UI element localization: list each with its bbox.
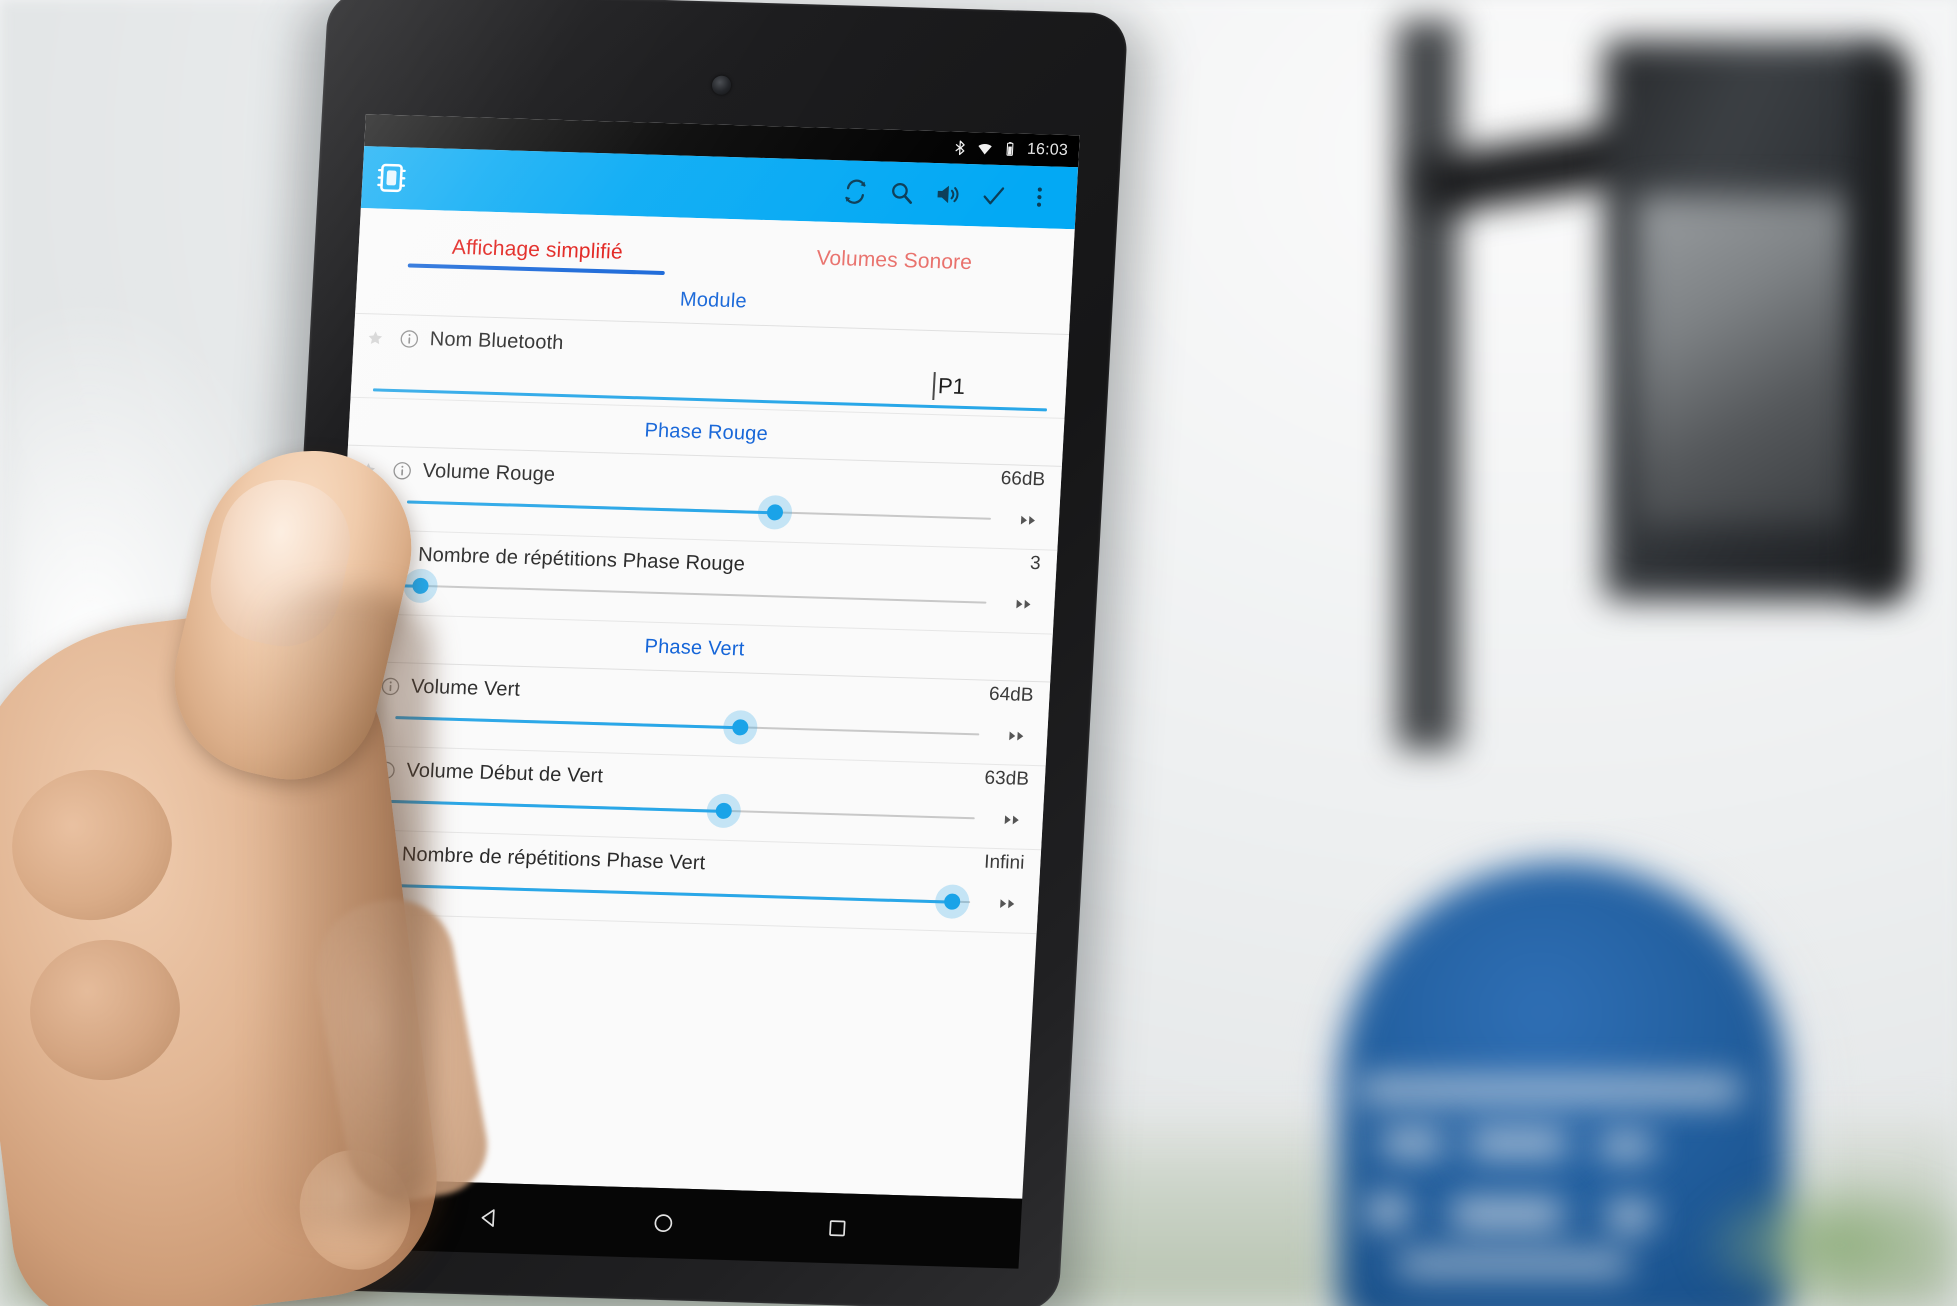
setting-value: 63dB — [983, 767, 1030, 790]
text-input-box[interactable]: P1 — [929, 372, 1048, 403]
setting-value: Infini — [983, 851, 1025, 874]
setting-value: 66dB — [1000, 468, 1046, 491]
background-sign-text-line — [1398, 1254, 1628, 1274]
background-sign-text-line — [1608, 1202, 1652, 1230]
background-sign-text-line — [1452, 1200, 1562, 1228]
fast-forward-icon[interactable] — [1001, 729, 1032, 743]
hand-holding-tablet — [0, 429, 560, 1306]
wifi-icon — [978, 143, 992, 155]
slider-thumb[interactable] — [766, 504, 784, 521]
tab-label: Volumes Sonore — [815, 246, 973, 275]
action-bar-spacer — [409, 178, 833, 191]
tab-label: Affichage simplifié — [451, 235, 624, 264]
fast-forward-icon[interactable] — [992, 896, 1023, 910]
fast-forward-icon[interactable] — [1008, 597, 1039, 611]
slider-thumb[interactable] — [944, 893, 962, 910]
battery-icon — [1006, 142, 1014, 156]
home-nav-icon[interactable] — [640, 1201, 686, 1246]
fast-forward-icon[interactable] — [996, 812, 1027, 826]
photo-scene: 16:03 Affichage simplifié Volumes Sonore… — [0, 0, 1957, 1306]
background-sign-text-line — [1382, 1130, 1442, 1156]
overflow-menu-icon[interactable] — [1015, 173, 1063, 220]
module-chip-icon — [377, 163, 406, 193]
background-traffic-signal-post — [1398, 20, 1458, 750]
fast-forward-icon[interactable] — [1013, 513, 1044, 527]
background-traffic-signal-lens — [1636, 195, 1851, 525]
favorite-star-icon[interactable] — [361, 329, 388, 347]
background-traffic-signal-edge — [1860, 55, 1906, 595]
search-icon[interactable] — [877, 169, 925, 216]
hand-shadow — [250, 590, 430, 1230]
recents-nav-icon[interactable] — [814, 1206, 860, 1251]
status-bar-clock: 16:03 — [1026, 140, 1069, 159]
front-camera — [711, 75, 732, 95]
background-sign-text-line — [1368, 1196, 1408, 1226]
slider-thumb[interactable] — [715, 802, 733, 820]
setting-value: 64dB — [988, 683, 1035, 707]
info-icon[interactable] — [393, 328, 424, 350]
background-foliage — [1700, 1180, 1957, 1306]
bluetooth-icon — [955, 140, 965, 156]
bluetooth-name-value: P1 — [937, 373, 966, 399]
refresh-icon[interactable] — [831, 168, 879, 215]
slider-thumb[interactable] — [731, 719, 749, 736]
background-sign-text-line — [1600, 1134, 1652, 1158]
background-sign-text-line — [1360, 1078, 1740, 1102]
setting-value: 3 — [1029, 552, 1042, 575]
check-icon[interactable] — [969, 172, 1017, 219]
volume-icon[interactable] — [923, 171, 971, 218]
background-sign-text-line — [1470, 1130, 1566, 1156]
